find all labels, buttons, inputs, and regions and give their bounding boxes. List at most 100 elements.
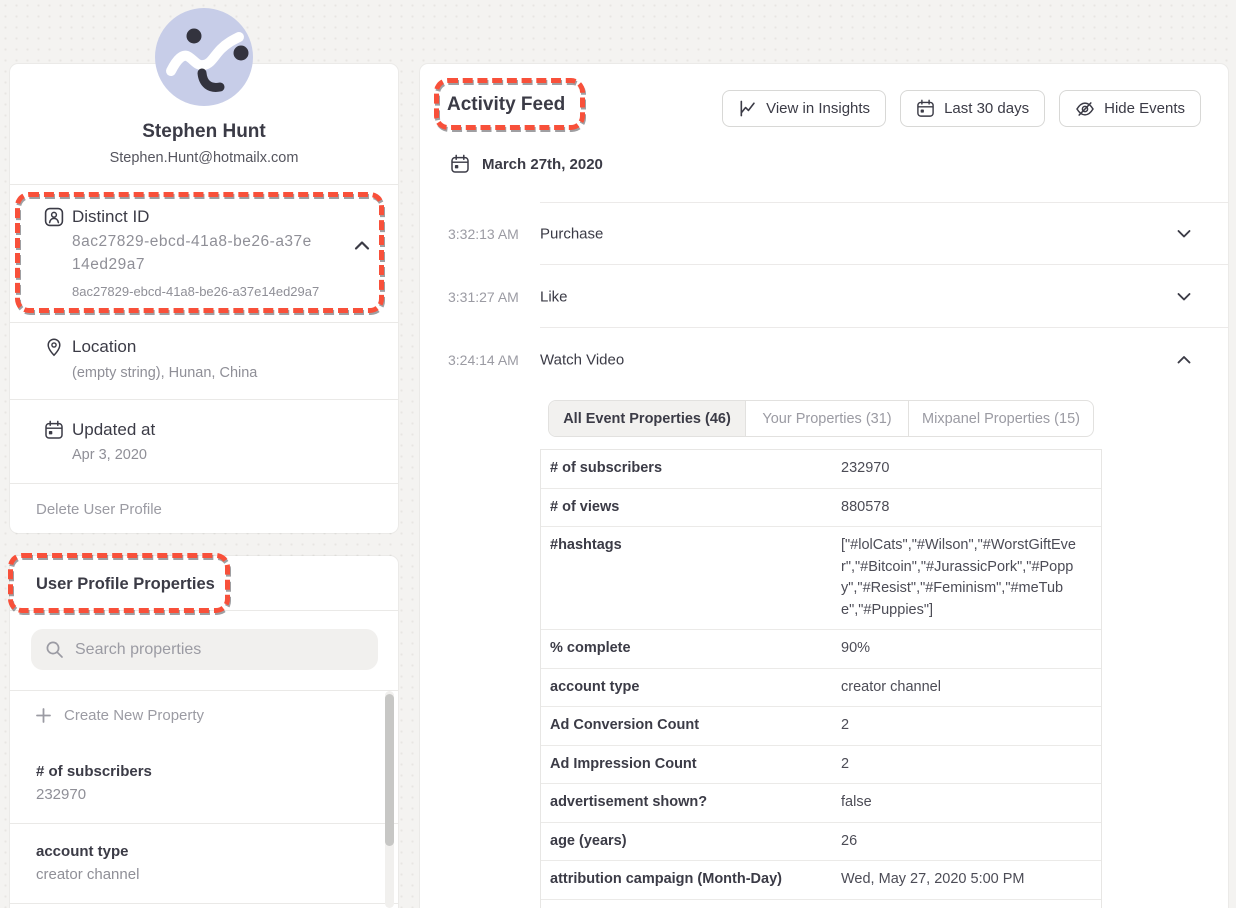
event-detail-panel: All Event Properties (46) Your Propertie… xyxy=(540,400,1102,908)
event-row-like[interactable]: 3:31:27 AM Like xyxy=(420,265,1228,328)
create-new-property-label: Create New Property xyxy=(64,707,204,724)
event-time: 3:31:27 AM xyxy=(448,289,519,305)
map-pin-icon xyxy=(44,337,64,357)
search-properties-input[interactable] xyxy=(75,641,364,659)
chevron-down-icon[interactable] xyxy=(1177,292,1191,301)
event-property-value: creator channel xyxy=(841,669,1101,707)
delete-user-profile-button[interactable]: Delete User Profile xyxy=(36,501,162,518)
event-time: 3:24:14 AM xyxy=(448,352,519,368)
date-heading-label: March 27th, 2020 xyxy=(482,156,603,173)
event-name: Purchase xyxy=(540,225,603,242)
event-property-name: # of subscribers xyxy=(541,450,841,488)
divider xyxy=(10,823,398,824)
create-new-property-button[interactable]: Create New Property xyxy=(36,707,204,724)
event-property-value: ["#lolCats","#Wilson","#WorstGiftEver","… xyxy=(841,527,1101,629)
event-property-name: #hashtags xyxy=(541,527,841,629)
event-property-value: 880578 xyxy=(841,489,1101,527)
line-chart-icon xyxy=(738,99,757,118)
event-property-value: false xyxy=(841,784,1101,822)
view-in-insights-button[interactable]: View in Insights xyxy=(722,90,886,127)
event-property-value: 26 xyxy=(841,823,1101,861)
property-list-item[interactable]: # of subscribers 232970 xyxy=(36,763,358,803)
distinct-id-value: 8ac27829-ebcd-41a8-be26-a37e14ed29a7 xyxy=(72,231,320,276)
location-value: (empty string), Hunan, China xyxy=(72,365,257,381)
property-value: 232970 xyxy=(36,786,358,803)
hide-events-button[interactable]: Hide Events xyxy=(1059,90,1201,127)
event-row-watch-video[interactable]: 3:24:14 AM Watch Video xyxy=(420,328,1228,391)
event-property-value: Facebook xyxy=(841,900,1101,908)
event-property-name: Ad Conversion Count xyxy=(541,707,841,745)
event-property-row: #hashtags ["#lolCats","#Wilson","#WorstG… xyxy=(541,527,1101,630)
profile-card: Stephen Hunt Stephen.Hunt@hotmailx.com D… xyxy=(10,64,398,533)
location-label: Location xyxy=(72,337,136,357)
date-range-label: Last 30 days xyxy=(944,100,1029,117)
calendar-icon xyxy=(450,154,470,174)
event-property-row: account type creator channel xyxy=(541,669,1101,708)
event-property-name: attribution channel xyxy=(541,900,841,908)
user-profile-properties-card: User Profile Properties Create New Prope… xyxy=(10,556,398,908)
event-property-row: # of views 880578 xyxy=(541,489,1101,528)
event-property-name: # of views xyxy=(541,489,841,527)
date-heading: March 27th, 2020 xyxy=(450,154,603,174)
event-property-name: account type xyxy=(541,669,841,707)
divider xyxy=(10,483,398,484)
event-property-row: attribution channel Facebook xyxy=(541,900,1101,908)
property-name: # of subscribers xyxy=(36,763,358,780)
divider xyxy=(10,322,398,323)
search-properties-bar[interactable] xyxy=(31,629,378,670)
calendar-icon xyxy=(916,99,935,118)
event-property-value: 2 xyxy=(841,707,1101,745)
properties-panel-title: User Profile Properties xyxy=(36,575,215,594)
event-property-value: 90% xyxy=(841,630,1101,668)
event-property-name: age (years) xyxy=(541,823,841,861)
updated-at-value: Apr 3, 2020 xyxy=(72,447,147,463)
event-property-row: advertisement shown? false xyxy=(541,784,1101,823)
event-property-value: Wed, May 27, 2020 5:00 PM xyxy=(841,861,1101,899)
chevron-down-icon[interactable] xyxy=(1177,229,1191,238)
divider xyxy=(10,399,398,400)
event-property-value: 232970 xyxy=(841,450,1101,488)
event-property-row: Ad Conversion Count 2 xyxy=(541,707,1101,746)
event-property-row: % complete 90% xyxy=(541,630,1101,669)
property-list-item[interactable]: account type creator channel xyxy=(36,843,358,883)
event-time: 3:32:13 AM xyxy=(448,226,519,242)
event-property-name: % complete xyxy=(541,630,841,668)
chevron-up-icon xyxy=(354,240,370,251)
event-property-row: age (years) 26 xyxy=(541,823,1101,862)
event-property-row: Ad Impression Count 2 xyxy=(541,746,1101,785)
event-properties-tabs: All Event Properties (46) Your Propertie… xyxy=(548,400,1094,437)
tab-all-event-properties[interactable]: All Event Properties (46) xyxy=(549,401,745,436)
event-property-value: 2 xyxy=(841,746,1101,784)
plus-icon xyxy=(36,708,51,723)
activity-feed-title: Activity Feed xyxy=(447,94,565,116)
user-email: Stephen.Hunt@hotmailx.com xyxy=(10,150,398,166)
search-icon xyxy=(45,640,64,659)
distinct-id-expanded-value: 8ac27829-ebcd-41a8-be26-a37e14ed29a7 xyxy=(72,284,319,299)
scrollbar-thumb[interactable] xyxy=(385,694,394,846)
feed-toolbar: View in Insights Last 30 days Hide Event… xyxy=(722,90,1201,127)
event-property-row: attribution campaign (Month-Day) Wed, Ma… xyxy=(541,861,1101,900)
divider xyxy=(10,903,398,904)
chevron-up-icon[interactable] xyxy=(1177,355,1191,364)
date-range-button[interactable]: Last 30 days xyxy=(900,90,1045,127)
smiley-trendline-icon xyxy=(155,8,253,106)
activity-feed-card: Activity Feed View in Insights Last 30 d… xyxy=(420,64,1228,908)
view-in-insights-label: View in Insights xyxy=(766,100,870,117)
event-properties-table: # of subscribers 232970 # of views 88057… xyxy=(540,449,1102,908)
property-value: creator channel xyxy=(36,866,358,883)
updated-at-label: Updated at xyxy=(72,420,155,440)
user-name: Stephen Hunt xyxy=(10,121,398,143)
event-property-name: attribution campaign (Month-Day) xyxy=(541,861,841,899)
event-property-name: Ad Impression Count xyxy=(541,746,841,784)
collapse-distinct-id-button[interactable] xyxy=(354,240,370,252)
divider xyxy=(10,610,398,611)
event-name: Watch Video xyxy=(540,351,624,368)
divider xyxy=(10,184,398,185)
tab-your-properties[interactable]: Your Properties (31) xyxy=(745,401,908,436)
avatar xyxy=(155,8,253,106)
id-badge-icon xyxy=(44,207,64,227)
tab-mixpanel-properties[interactable]: Mixpanel Properties (15) xyxy=(908,401,1093,436)
distinct-id-label: Distinct ID xyxy=(72,207,149,227)
event-row-purchase[interactable]: 3:32:13 AM Purchase xyxy=(420,202,1228,265)
event-property-name: advertisement shown? xyxy=(541,784,841,822)
